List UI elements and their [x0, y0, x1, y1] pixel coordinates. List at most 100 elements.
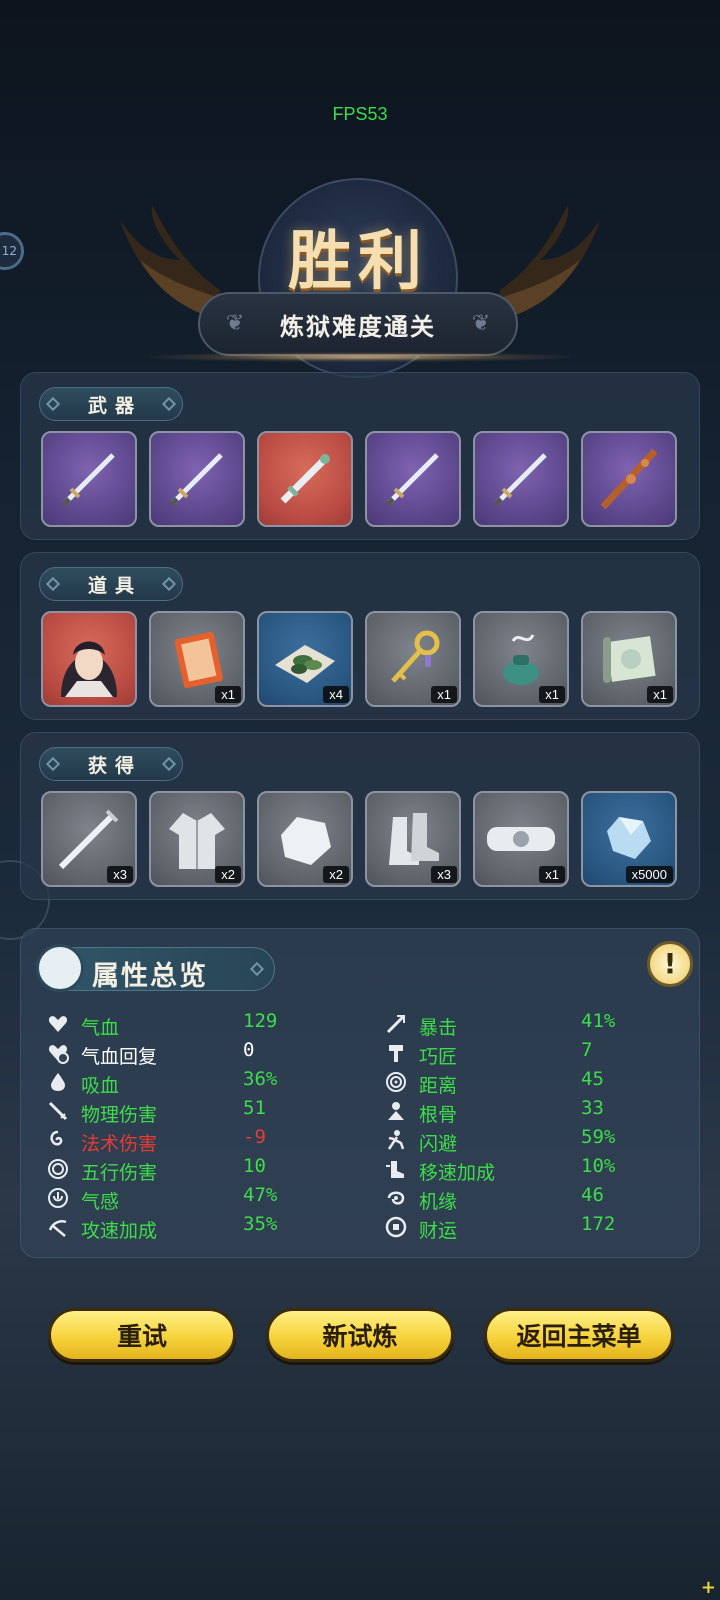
root-bone-icon: [388, 1102, 404, 1120]
item-count: x5000: [625, 866, 673, 883]
attribute-value: 47%: [243, 1184, 278, 1206]
boot-speed-icon: [386, 1161, 404, 1178]
attribute-value: 172: [581, 1213, 616, 1235]
weapon-slot[interactable]: [149, 431, 245, 527]
attribute-row: 根骨 33: [385, 1096, 685, 1126]
silver-sword-icon: [385, 453, 439, 507]
weapon-slot[interactable]: [41, 431, 137, 527]
weapon-slot[interactable]: [257, 431, 353, 527]
reward-slot[interactable]: x5000: [581, 791, 677, 887]
weapon-slot[interactable]: [365, 431, 461, 527]
reward-slot[interactable]: x2: [149, 791, 245, 887]
attribute-row: 移速加成 10%: [385, 1154, 685, 1184]
swirl-icon: [50, 1130, 63, 1146]
weapons-tag: 武器: [39, 387, 183, 421]
attribute-value: 129: [243, 1010, 278, 1032]
reward-slot[interactable]: x1: [473, 791, 569, 887]
attribute-value: 36%: [243, 1068, 278, 1090]
attribute-row: 暴击 41%: [385, 1009, 685, 1039]
spiral-icon: [48, 1159, 68, 1179]
new-trial-button[interactable]: 新试炼: [266, 1308, 454, 1362]
qi-icon: [48, 1188, 68, 1208]
attack-speed-icon: [48, 1220, 67, 1237]
weapons-label: 武器: [87, 394, 142, 417]
crit-icon: [386, 1014, 406, 1034]
attribute-name: 财运: [419, 1220, 458, 1242]
bronze-staff-icon: [600, 448, 658, 510]
attribute-name: 攻速加成: [81, 1220, 158, 1242]
attribute-name: 距离: [419, 1075, 458, 1097]
info-button[interactable]: !: [647, 941, 693, 987]
hammer-icon: [389, 1045, 403, 1062]
attribute-name: 机缘: [419, 1191, 458, 1213]
item-count: x1: [215, 686, 241, 703]
main-menu-button[interactable]: 返回主菜单: [484, 1308, 674, 1362]
attribute-name: 气血回复: [81, 1046, 158, 1068]
side-badge[interactable]: 12: [0, 232, 24, 270]
reward-slot[interactable]: x3: [365, 791, 461, 887]
obtained-tag: 获得: [39, 747, 183, 781]
attribute-name: 暴击: [419, 1017, 458, 1039]
fps-counter: FPS53: [332, 104, 388, 124]
luck-icon: [387, 1191, 405, 1205]
drop-icon: [51, 1073, 65, 1091]
retry-button[interactable]: 重试: [48, 1308, 236, 1362]
heart-icon: [48, 1016, 68, 1032]
props-panel: 道具 x1 x4 x1 x1 x1: [20, 552, 700, 720]
attribute-row: 气血 129: [47, 1009, 347, 1039]
item-count: x1: [539, 866, 565, 883]
flame-ornament-icon: ❦: [225, 311, 245, 336]
prop-slot[interactable]: x4: [257, 611, 353, 707]
attributes-right-column: 暴击 41% 巧匠 7 距离 45 根骨 33 闪避 59% 移速加成 10%: [385, 1009, 685, 1242]
reward-slot[interactable]: x2: [257, 791, 353, 887]
item-count: x1: [431, 686, 457, 703]
attribute-name: 移速加成: [419, 1162, 496, 1184]
attribute-value: 41%: [581, 1010, 616, 1032]
props-label: 道具: [87, 574, 142, 597]
attribute-value: 0: [243, 1039, 255, 1061]
heart-regen-icon: [48, 1045, 69, 1064]
item-count: x2: [323, 866, 349, 883]
plus-icon[interactable]: +: [701, 1577, 716, 1598]
attribute-row: 气感 47%: [47, 1183, 347, 1213]
prop-slot[interactable]: [41, 611, 137, 707]
item-count: x3: [431, 866, 457, 883]
silver-sword-icon: [61, 453, 115, 507]
item-count: x4: [323, 686, 349, 703]
attribute-name: 气血: [81, 1017, 120, 1039]
flame-ornament-icon: ❦: [471, 311, 491, 336]
prop-slot[interactable]: x1: [365, 611, 461, 707]
attribute-row: 距离 45: [385, 1067, 685, 1097]
item-count: x2: [215, 866, 241, 883]
attribute-name: 气感: [81, 1191, 120, 1213]
attribute-row: 攻速加成 35%: [47, 1212, 347, 1242]
character-portrait-icon: [61, 641, 117, 697]
attribute-value: 46: [581, 1184, 604, 1206]
jade-hilt-sword-icon: [280, 454, 330, 504]
prop-slot[interactable]: x1: [149, 611, 245, 707]
obtained-label: 获得: [87, 754, 142, 777]
attributes-title: 属性总览: [92, 961, 208, 992]
attribute-value: 10%: [581, 1155, 616, 1177]
attribute-value: 7: [581, 1039, 593, 1061]
silver-sword-icon: [493, 453, 547, 507]
item-count: x1: [647, 686, 673, 703]
attribute-row: 物理伤害 51: [47, 1096, 347, 1126]
attribute-row: 五行伤害 10: [47, 1154, 347, 1184]
glow-divider: [150, 352, 570, 362]
prop-slot[interactable]: x1: [581, 611, 677, 707]
reward-slot[interactable]: x3: [41, 791, 137, 887]
weapon-slot[interactable]: [581, 431, 677, 527]
props-tag: 道具: [39, 567, 183, 601]
attribute-name: 巧匠: [419, 1046, 458, 1068]
attribute-row: 财运 172: [385, 1212, 685, 1242]
difficulty-text: 炼狱难度通关: [280, 312, 436, 341]
attribute-row: 法术伤害 -9: [47, 1125, 347, 1155]
prop-slot[interactable]: x1: [473, 611, 569, 707]
attributes-panel: 属性总览 ! 气血 129 气血回复 0 吸血 36% 物理伤害 51 法术伤害…: [20, 928, 700, 1258]
blade-icon: [48, 1101, 68, 1121]
weapon-slot[interactable]: [473, 431, 569, 527]
attribute-value: 35%: [243, 1213, 278, 1235]
difficulty-banner: ❦ 炼狱难度通关 ❦: [198, 292, 518, 356]
attribute-name: 吸血: [81, 1075, 120, 1097]
